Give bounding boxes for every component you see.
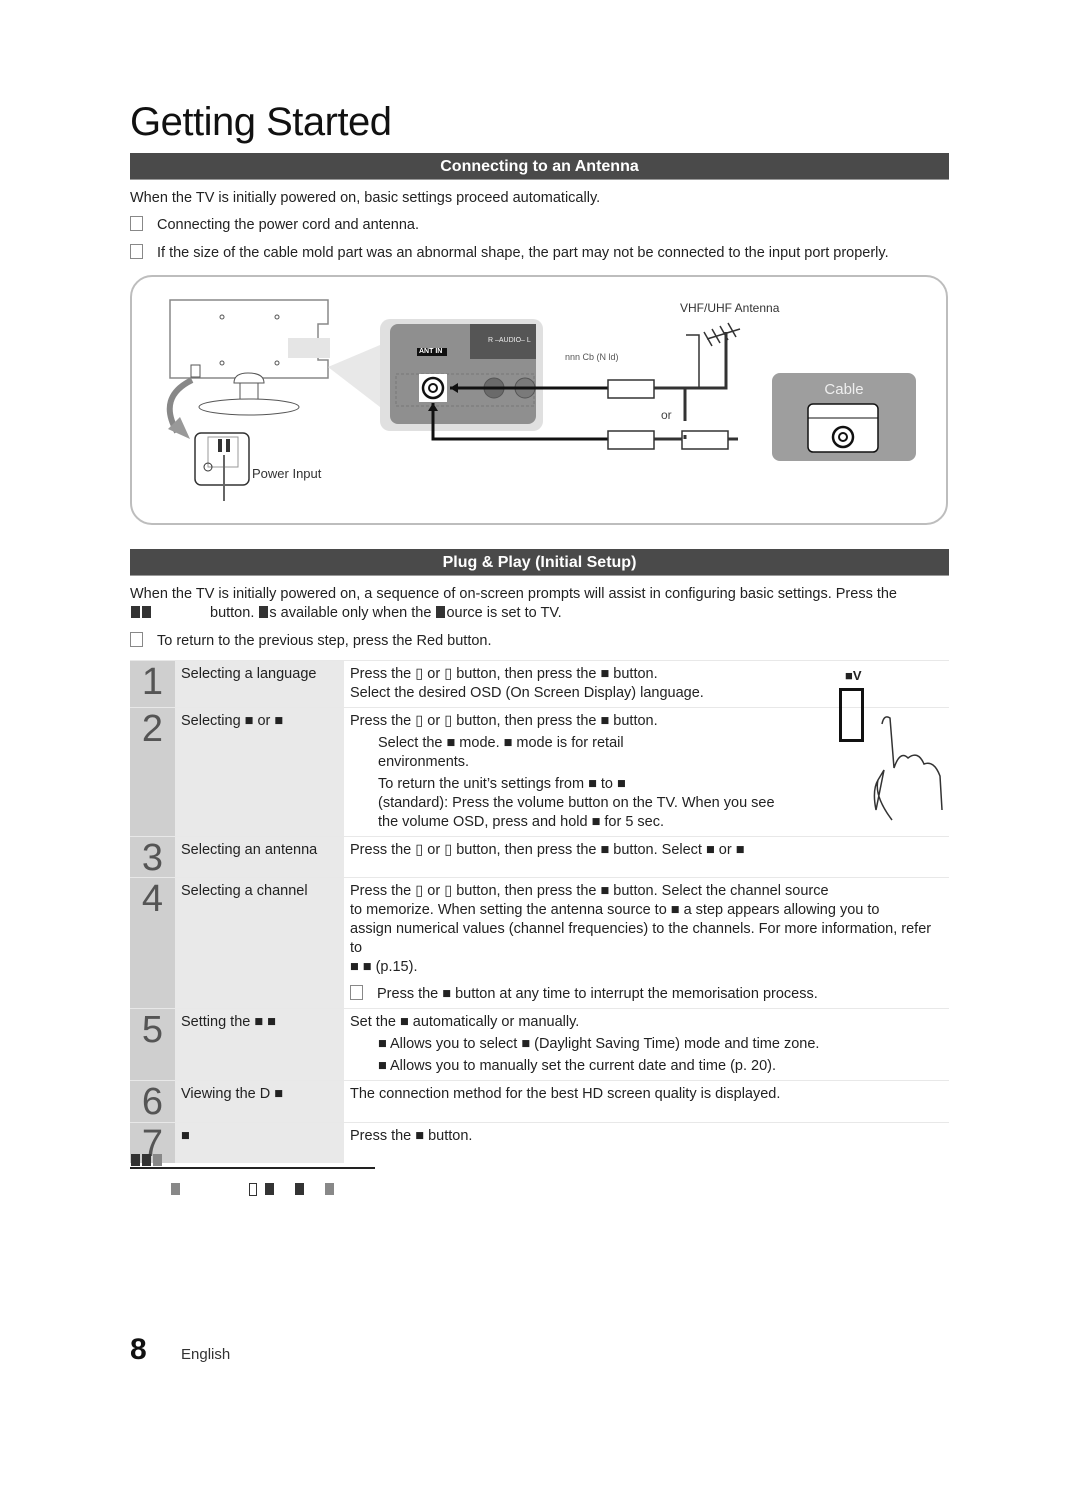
page-title: Getting Started [130, 100, 392, 144]
step-label: ■ [175, 1122, 344, 1163]
glyph-icon [248, 1183, 257, 1196]
caption-divider [130, 1167, 375, 1169]
footer-language: English [181, 1346, 231, 1363]
step-label: Selecting ■ or ■ [175, 707, 344, 837]
step-description: Press the ■ button. [344, 1122, 949, 1163]
caption-glyphs-row [170, 1181, 335, 1199]
page-number: 8 [130, 1333, 147, 1366]
table-row: 7 ■ Press the ■ button. [130, 1122, 949, 1163]
plug-play-intro-line2: button. s available only when the ource … [130, 604, 562, 623]
glyph-icon [142, 1154, 151, 1166]
audio-label: R –AUDIO– L [488, 337, 531, 344]
cable-box-label: Cable [824, 381, 864, 398]
step-number: 4 [130, 877, 175, 1009]
step-number: 1 [130, 660, 175, 708]
step-description: Set the ■ automatically or manually. ■ A… [344, 1008, 949, 1081]
note-item: Connecting the power cord and antenna. [130, 216, 419, 235]
antenna-intro: When the TV is initially powered on, bas… [130, 190, 601, 206]
step-label: Viewing the D ■ [175, 1080, 344, 1123]
step-label: Selecting an antenna [175, 836, 344, 878]
table-row: 4 Selecting a channel Press the ▯ or ▯ b… [130, 877, 949, 1009]
cable-caption: nnn Cb (N ld) [565, 352, 619, 362]
step-description: Press the ▯ or ▯ button, then press the … [344, 877, 949, 1009]
table-row: 6 Viewing the D ■ The connection method … [130, 1080, 949, 1123]
glyph-icon [131, 606, 140, 618]
note-item: To return to the previous step, press th… [130, 632, 492, 651]
glyph-icon [436, 606, 446, 618]
note-icon [130, 632, 143, 647]
glyph-icon [131, 1154, 140, 1166]
ant-in-label: ANT IN [419, 348, 443, 355]
plug-play-intro-line1: When the TV is initially powered on, a s… [130, 586, 897, 602]
table-row: 2 Selecting ■ or ■ Press the ▯ or ▯ butt… [130, 707, 949, 837]
note-icon [130, 216, 143, 231]
glyph-icon [153, 1154, 162, 1166]
ant-in-panel [380, 319, 543, 431]
power-input-label: Power Input [252, 466, 322, 481]
note-item: If the size of the cable mold part was a… [130, 244, 889, 263]
glyph-icon [325, 1183, 335, 1195]
step-label: Selecting a language [175, 660, 344, 708]
remote-label: ■V [845, 668, 862, 683]
note-icon [350, 985, 363, 1000]
step-description: The connection method for the best HD sc… [344, 1080, 949, 1123]
glyph-icon [295, 1183, 305, 1195]
or-label: or [661, 408, 672, 422]
table-row: 5 Setting the ■ ■ Set the ■ automaticall… [130, 1008, 949, 1081]
step-description: Press the ▯ or ▯ button, then press the … [344, 836, 949, 878]
table-row: 1 Selecting a language Press the ▯ or ▯ … [130, 660, 949, 708]
step-number: 2 [130, 707, 175, 837]
antenna-label: VHF/UHF Antenna [680, 301, 780, 315]
setup-steps-table: 1 Selecting a language Press the ▯ or ▯ … [130, 660, 949, 1163]
note-icon [130, 244, 143, 259]
step-label: Selecting a channel [175, 877, 344, 1009]
step-number: 3 [130, 836, 175, 878]
section-header-antenna: Connecting to an Antenna [130, 153, 949, 180]
section-header-plug-play: Plug & Play (Initial Setup) [130, 549, 949, 576]
remote-button-icon [839, 688, 864, 742]
hand-pointer-icon [873, 716, 943, 821]
table-row: 3 Selecting an antenna Press the ▯ or ▯ … [130, 836, 949, 878]
glyph-icon [265, 1183, 275, 1195]
antenna-connection-diagram: ANT IN R –AUDIO– L VHF/UHF Antenna nnn C… [130, 275, 948, 525]
step-number: 5 [130, 1008, 175, 1081]
glyph-icon [171, 1183, 180, 1195]
connection-illustration [166, 299, 916, 501]
glyph-icon [142, 606, 151, 618]
step-number: 6 [130, 1080, 175, 1123]
step-label: Setting the ■ ■ [175, 1008, 344, 1081]
glyph-icon [259, 606, 269, 618]
